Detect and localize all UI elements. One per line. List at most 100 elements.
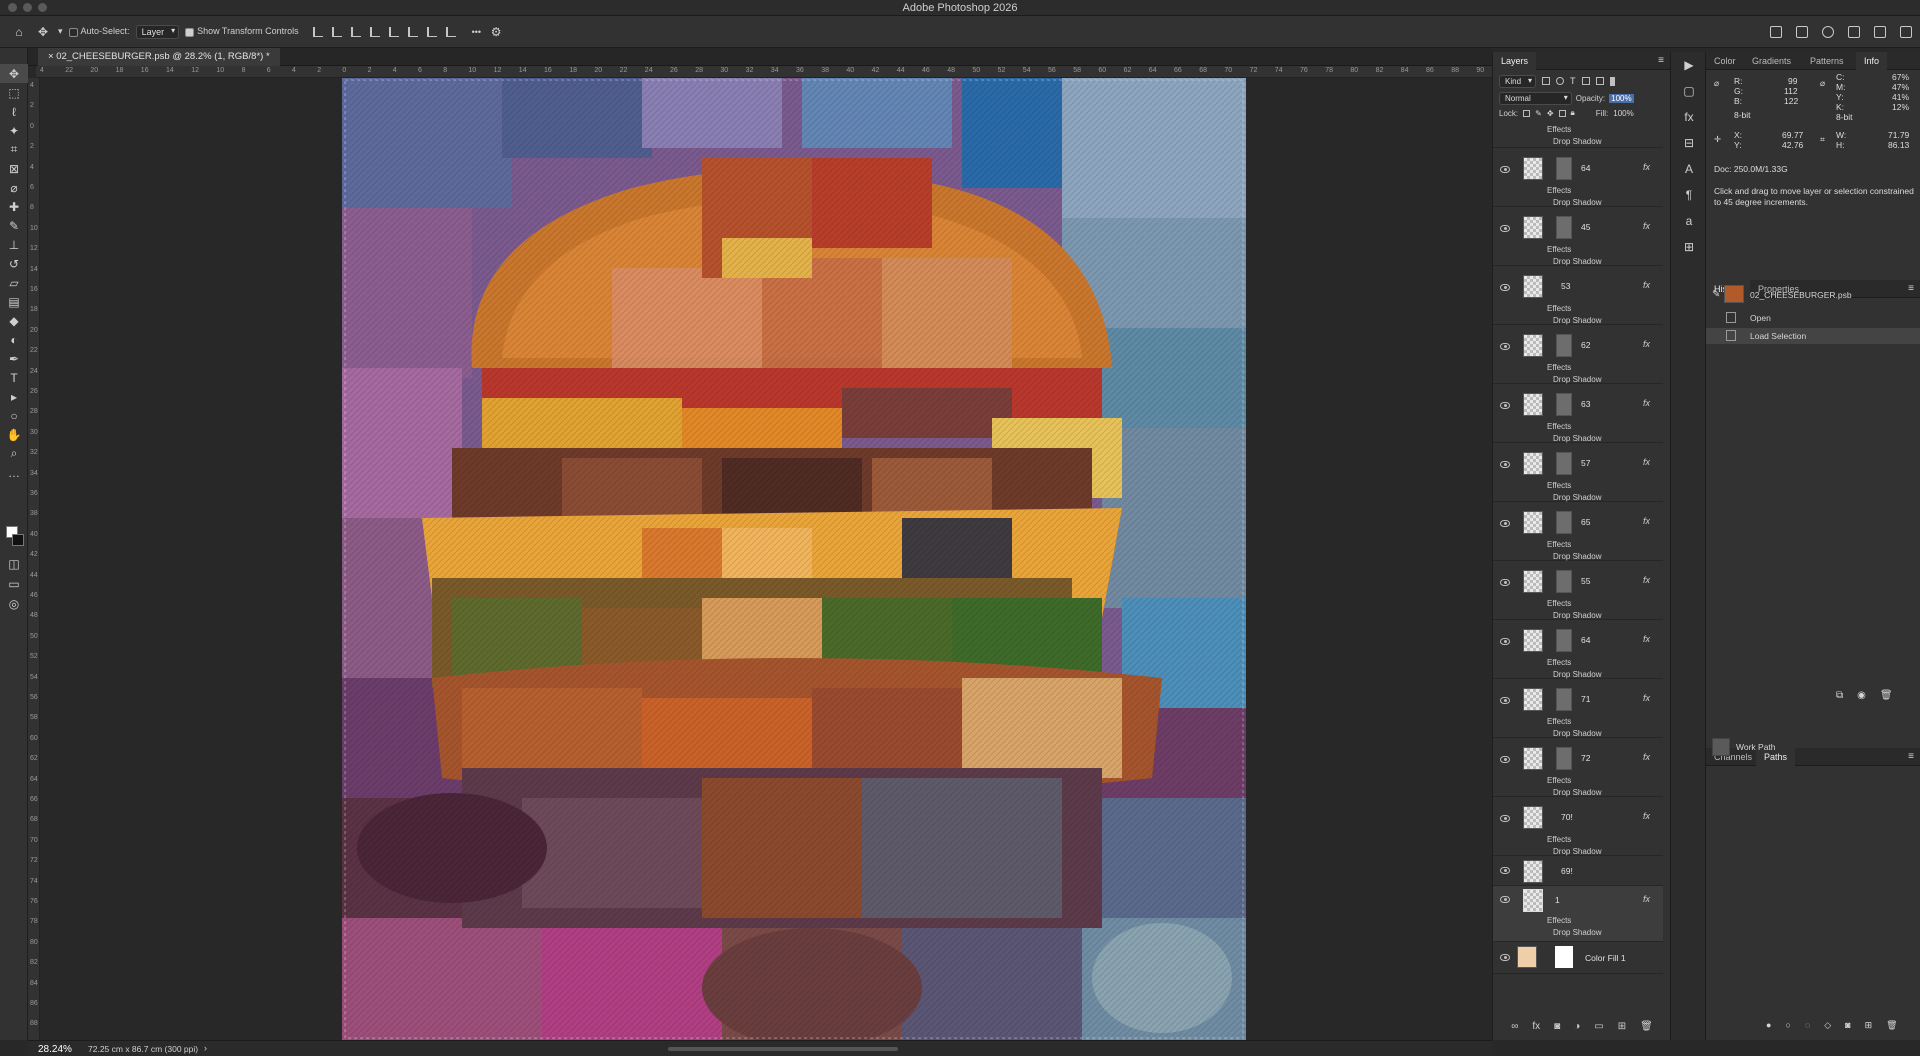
layer-row[interactable]: 65 fx Effects Drop Shadow [1493, 502, 1663, 561]
align-top-icon[interactable] [388, 26, 399, 37]
horizontal-scrollbar[interactable] [668, 1047, 898, 1051]
fx-badge[interactable]: fx [1643, 811, 1650, 821]
path-item-work-path[interactable]: Work Path [1706, 736, 1920, 758]
align-left-icon[interactable] [312, 26, 323, 37]
hand-tool-icon[interactable]: ✋ [0, 425, 28, 444]
zoom-level[interactable]: 28.24% [38, 1044, 72, 1055]
layer-row-partial[interactable]: Effects Drop Shadow [1493, 122, 1663, 148]
actions-icon[interactable]: ▶ [1671, 52, 1707, 78]
document-tab[interactable]: × 02_CHEESEBURGER.psb @ 28.2% (1, RGB/8*… [38, 48, 280, 66]
trash-icon[interactable]: 🗑︎ [1886, 1020, 1897, 1031]
fx-badge[interactable]: fx [1643, 894, 1650, 904]
add-mask-icon[interactable]: ◙ [1845, 1020, 1850, 1031]
trash-icon[interactable]: 🗑︎ [1640, 1021, 1653, 1032]
auto-select-target-dropdown[interactable]: Layer [135, 24, 180, 39]
align-vcenter-icon[interactable] [407, 26, 418, 37]
filter-kind-dropdown[interactable]: Kind [1499, 74, 1537, 88]
type-tool-icon[interactable]: T [0, 368, 28, 387]
history-item-open[interactable]: Open [1706, 310, 1920, 326]
layer-name[interactable]: 57 [1581, 458, 1590, 468]
opacity-input[interactable]: 100% [1609, 94, 1634, 103]
canvas-area[interactable] [41, 78, 1492, 1040]
horizontal-ruler[interactable]: 4 22 20 18 16 14 12 10 8 6 4 2 0 2 4 6 8 10 12 14 16 18 20 22 24… [36, 66, 1492, 78]
layer-name[interactable]: 64 [1581, 163, 1590, 173]
shape-tool-icon[interactable]: ○ [0, 406, 28, 425]
layer-mask-thumbnail[interactable] [1556, 393, 1572, 416]
fill-input[interactable]: 100% [1613, 109, 1633, 118]
pen-tool-icon[interactable]: ✒ [0, 349, 28, 368]
layer-row-color-fill[interactable]: Color Fill 1 [1493, 942, 1663, 974]
blur-tool-icon[interactable]: ◆ [0, 311, 28, 330]
document-size-info[interactable]: 72.25 cm x 86.7 cm (300 ppi) [88, 1044, 198, 1054]
stroke-path-icon[interactable]: ○ [1785, 1020, 1790, 1031]
layer-mask-thumbnail[interactable] [1556, 688, 1572, 711]
filter-smart-icon[interactable] [1595, 77, 1604, 85]
layer-row[interactable]: 64 fx Effects Drop Shadow [1493, 148, 1663, 207]
layer-name[interactable]: 1 [1555, 895, 1560, 905]
tab-info[interactable]: Info [1856, 52, 1888, 70]
layer-name[interactable]: 69! [1561, 866, 1573, 876]
fx-badge[interactable]: fx [1643, 634, 1650, 644]
layer-mask-thumbnail[interactable] [1556, 216, 1572, 239]
panel-menu-icon[interactable]: ≡ [1658, 55, 1664, 66]
history-brush-source-icon[interactable]: ✎ [1712, 289, 1720, 300]
filter-pixel-icon[interactable] [1542, 77, 1551, 85]
layer-mask-thumbnail[interactable] [1556, 157, 1572, 180]
quick-mask-icon[interactable]: ◫ [0, 554, 28, 573]
visibility-eye-icon[interactable] [1500, 697, 1510, 704]
blend-mode-dropdown[interactable]: Normal [1499, 92, 1572, 105]
vertical-ruler[interactable]: 4 2 0 2 4 6 8 10 12 14 16 18 20 22 24 26 28 30 32 34 36 38 40 4… [28, 78, 40, 1040]
fill-path-icon[interactable]: ● [1766, 1020, 1771, 1031]
link-layers-icon[interactable]: ∞ [1511, 1021, 1518, 1032]
path-select-tool-icon[interactable]: ▸ [0, 387, 28, 406]
layer-row[interactable]: 71 fx Effects Drop Shadow [1493, 679, 1663, 738]
visibility-eye-icon[interactable] [1500, 896, 1510, 903]
align-bottom-icon[interactable] [426, 26, 437, 37]
character-icon[interactable]: A [1671, 156, 1707, 182]
crop-tool-icon[interactable]: ⌗ [0, 140, 28, 159]
history-item-load-selection[interactable]: Load Selection [1706, 328, 1920, 344]
visibility-eye-icon[interactable] [1500, 343, 1510, 350]
gradient-tool-icon[interactable]: ▤ [0, 292, 28, 311]
home-icon[interactable]: ⌂ [10, 25, 28, 39]
layer-row[interactable]: 62 fx Effects Drop Shadow [1493, 325, 1663, 384]
visibility-eye-icon[interactable] [1500, 815, 1510, 822]
layer-row[interactable]: 64 fx Effects Drop Shadow [1493, 620, 1663, 679]
layer-mask-thumbnail[interactable] [1556, 747, 1572, 770]
more-tools-icon[interactable]: … [0, 463, 28, 482]
add-mask-icon[interactable]: ◙ [1554, 1021, 1560, 1032]
filter-toggle-icon[interactable] [1609, 76, 1615, 86]
new-document-from-state-icon[interactable]: ⧉ [1836, 690, 1843, 701]
move-tool-icon[interactable]: ✥ [0, 64, 28, 83]
layer-name[interactable]: 64 [1581, 635, 1590, 645]
layer-row-69[interactable]: 69! [1493, 856, 1663, 886]
layer-name[interactable]: 55 [1581, 576, 1590, 586]
layer-name[interactable]: 45 [1581, 222, 1590, 232]
dodge-tool-icon[interactable]: ◐ [0, 330, 28, 349]
share-icon[interactable] [1770, 26, 1782, 38]
visibility-eye-icon[interactable] [1500, 756, 1510, 763]
trash-icon[interactable]: 🗑︎ [1880, 690, 1893, 701]
show-transform-checkbox[interactable]: Show Transform Controls [185, 26, 299, 37]
layer-comps-icon[interactable]: ⊟ [1671, 130, 1707, 156]
layer-mask-thumbnail[interactable] [1556, 334, 1572, 357]
camera-icon[interactable]: ◉ [1857, 690, 1866, 701]
filter-shape-icon[interactable] [1581, 77, 1590, 85]
visibility-eye-icon[interactable] [1500, 867, 1510, 874]
fx-badge[interactable]: fx [1643, 457, 1650, 467]
fx-badge[interactable]: fx [1643, 693, 1650, 703]
fill-mask-thumbnail[interactable] [1555, 946, 1573, 968]
history-brush-tool-icon[interactable]: ↺ [0, 254, 28, 273]
adjustments-icon[interactable]: fx [1671, 104, 1707, 130]
healing-tool-icon[interactable]: ✚ [0, 197, 28, 216]
eraser-tool-icon[interactable]: ▱ [0, 273, 28, 292]
layer-row-selected[interactable]: 1 fx Effects Drop Shadow [1493, 886, 1663, 942]
visibility-eye-icon[interactable] [1500, 638, 1510, 645]
layer-row[interactable]: 72 fx Effects Drop Shadow [1493, 738, 1663, 797]
visibility-eye-icon[interactable] [1500, 284, 1510, 291]
move-tool-preset-icon[interactable]: ✥ [34, 25, 52, 39]
discover-icon[interactable] [1848, 26, 1860, 38]
gear-icon[interactable]: ⚙ [487, 25, 505, 39]
layer-mask-thumbnail[interactable] [1556, 629, 1572, 652]
lock-position-icon[interactable]: ✥ [1547, 109, 1554, 118]
